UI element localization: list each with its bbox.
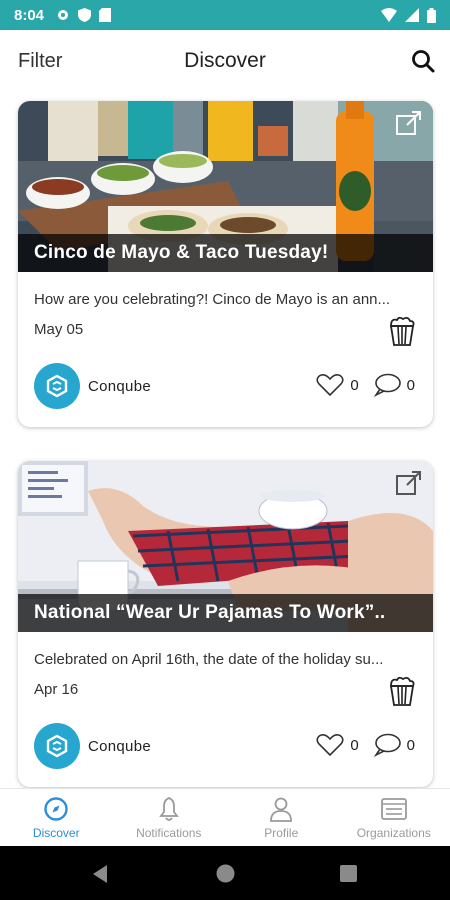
comment-icon[interactable] bbox=[373, 373, 401, 397]
comment-count: 0 bbox=[406, 376, 415, 394]
cube-icon bbox=[46, 734, 68, 758]
org-name: Conqube bbox=[88, 737, 151, 755]
system-navigation-bar bbox=[0, 846, 450, 900]
wifi-icon bbox=[381, 8, 397, 22]
settings-gear-icon bbox=[58, 10, 69, 20]
heart-icon[interactable] bbox=[316, 733, 344, 757]
org-logo[interactable] bbox=[34, 723, 80, 769]
event-card[interactable]: National “Wear Ur Pajamas To Work”.. Cel… bbox=[18, 461, 433, 787]
event-title: Cinco de Mayo & Taco Tuesday! bbox=[18, 234, 433, 272]
sd-card-icon bbox=[99, 8, 112, 22]
tab-label: Discover bbox=[32, 826, 80, 840]
popcorn-icon[interactable] bbox=[389, 676, 415, 706]
tab-discover[interactable]: Discover bbox=[0, 789, 113, 846]
status-time: 8:04 bbox=[14, 6, 45, 24]
share-icon[interactable] bbox=[395, 109, 423, 137]
home-icon[interactable] bbox=[216, 864, 235, 883]
event-description: Celebrated on April 16th, the date of th… bbox=[34, 651, 384, 668]
tab-label: Profile bbox=[264, 826, 299, 840]
list-icon bbox=[380, 798, 407, 820]
tab-organizations[interactable]: Organizations bbox=[338, 789, 450, 846]
event-date: May 05 bbox=[34, 321, 84, 338]
event-image[interactable]: Cinco de Mayo & Taco Tuesday! bbox=[18, 101, 433, 272]
event-date: Apr 16 bbox=[34, 681, 79, 698]
engagement-stats: 0 0 bbox=[316, 373, 415, 397]
like-count: 0 bbox=[350, 736, 359, 754]
tab-label: Notifications bbox=[136, 826, 202, 840]
share-icon[interactable] bbox=[395, 469, 423, 497]
event-description: How are you celebrating?! Cinco de Mayo … bbox=[34, 291, 391, 308]
status-bar: 8:04 bbox=[0, 0, 450, 30]
cell-signal-icon bbox=[405, 8, 419, 22]
app-bar: Filter Discover bbox=[0, 30, 450, 92]
back-icon[interactable] bbox=[90, 864, 110, 884]
cube-icon bbox=[46, 374, 68, 398]
recents-icon[interactable] bbox=[340, 865, 357, 882]
page-title: Discover bbox=[184, 49, 266, 72]
bottom-navigation: Discover Notifications Profile Organizat… bbox=[0, 788, 450, 846]
compass-icon bbox=[44, 797, 68, 821]
tab-notifications[interactable]: Notifications bbox=[113, 789, 226, 846]
org-name: Conqube bbox=[88, 377, 151, 395]
engagement-stats: 0 0 bbox=[316, 733, 415, 757]
tab-label: Organizations bbox=[356, 826, 431, 840]
search-icon[interactable] bbox=[410, 48, 436, 74]
person-icon bbox=[270, 797, 293, 822]
event-card[interactable]: Cinco de Mayo & Taco Tuesday! How are yo… bbox=[18, 101, 433, 427]
comment-count: 0 bbox=[406, 736, 415, 754]
organization[interactable]: Conqube bbox=[34, 723, 151, 769]
heart-icon[interactable] bbox=[316, 373, 344, 397]
tab-profile[interactable]: Profile bbox=[225, 789, 338, 846]
like-count: 0 bbox=[350, 376, 359, 394]
filter-button[interactable]: Filter bbox=[18, 50, 62, 73]
event-title: National “Wear Ur Pajamas To Work”.. bbox=[18, 594, 433, 632]
organization[interactable]: Conqube bbox=[34, 363, 151, 409]
battery-icon bbox=[427, 7, 436, 23]
bell-icon bbox=[158, 797, 179, 821]
event-image[interactable]: National “Wear Ur Pajamas To Work”.. bbox=[18, 461, 433, 632]
popcorn-icon[interactable] bbox=[389, 316, 415, 346]
comment-icon[interactable] bbox=[373, 733, 401, 757]
org-logo[interactable] bbox=[34, 363, 80, 409]
discover-feed[interactable]: Cinco de Mayo & Taco Tuesday! How are yo… bbox=[0, 92, 450, 788]
shield-icon bbox=[78, 8, 92, 22]
